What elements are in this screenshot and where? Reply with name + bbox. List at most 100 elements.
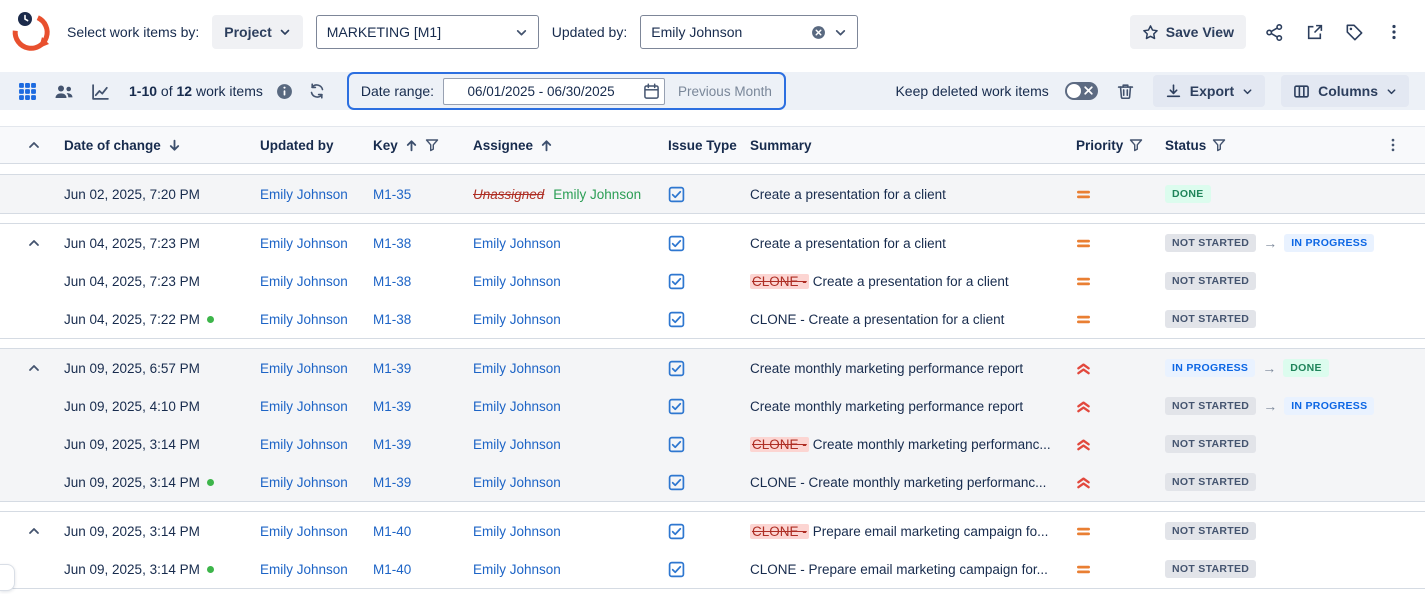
assignee-link[interactable]: Emily Johnson (473, 274, 561, 289)
status-badge: DONE (1283, 359, 1329, 378)
assignee-cell: Emily Johnson (473, 274, 668, 289)
trash-icon[interactable] (1114, 80, 1137, 103)
col-header-priority[interactable]: Priority (1076, 138, 1165, 153)
project-select[interactable]: MARKETING [M1] (316, 15, 539, 49)
issue-key-link[interactable]: M1-40 (373, 562, 411, 577)
table-view-icon[interactable] (16, 80, 39, 103)
updated-by-select[interactable]: Emily Johnson (640, 15, 858, 49)
issue-key-link[interactable]: M1-39 (373, 399, 411, 414)
transition-arrow-icon: → (1262, 360, 1276, 376)
col-header-summary[interactable]: Summary (750, 138, 1076, 153)
assignee-link[interactable]: Emily Johnson (473, 236, 561, 251)
table-row[interactable]: Jun 02, 2025, 7:20 PMEmily JohnsonM1-35U… (0, 175, 1425, 213)
col-header-key[interactable]: Key (373, 138, 473, 153)
project-dropdown-button[interactable]: Project (212, 15, 302, 49)
info-icon[interactable] (274, 81, 295, 102)
table-row[interactable]: Jun 09, 2025, 3:14 PMEmily JohnsonM1-39E… (0, 425, 1425, 463)
col-header-status[interactable]: Status (1165, 138, 1380, 153)
col-header-status-label: Status (1165, 138, 1206, 153)
assignee-link[interactable]: Emily Johnson (473, 562, 561, 577)
toggle-knob (1067, 84, 1081, 98)
table-row[interactable]: Jun 09, 2025, 3:14 PMEmily JohnsonM1-40E… (0, 550, 1425, 588)
col-header-summary-label: Summary (750, 138, 812, 153)
filter-funnel-icon[interactable] (425, 138, 439, 152)
change-date: Jun 04, 2025, 7:23 PM (64, 236, 200, 251)
priority-medium-icon (1076, 524, 1091, 539)
status-cell: NOT STARTED (1165, 473, 1380, 492)
table-row[interactable]: Jun 04, 2025, 7:23 PM Emily Johnson M1-38 E… (0, 224, 1425, 262)
assignee-link[interactable]: Emily Johnson (473, 399, 561, 414)
clear-filter-icon[interactable] (811, 25, 826, 40)
updated-by-link[interactable]: Emily Johnson (260, 274, 348, 289)
issue-key-link[interactable]: M1-40 (373, 524, 411, 539)
col-header-updated-by[interactable]: Updated by (260, 138, 373, 153)
filter-funnel-icon[interactable] (1212, 138, 1226, 152)
collapse-group-button[interactable] (24, 521, 44, 541)
more-options-icon[interactable] (1383, 21, 1405, 43)
table-row[interactable]: Jun 04, 2025, 7:23 PMEmily JohnsonM1-38E… (0, 262, 1425, 300)
issue-key-link[interactable]: M1-39 (373, 361, 411, 376)
summary-cell: Create a presentation for a client (750, 236, 1076, 251)
share-icon[interactable] (1263, 21, 1286, 44)
task-type-icon (668, 474, 685, 491)
assignee-link[interactable]: Emily Johnson (473, 361, 561, 376)
table-row[interactable]: Jun 09, 2025, 6:57 PMEmily JohnsonM1-39E… (0, 349, 1425, 387)
collapse-group-button[interactable] (24, 233, 44, 253)
export-icon (1165, 83, 1182, 100)
summary-cell: CLONE - Prepare email marketing campaign… (750, 524, 1076, 539)
previous-month-button[interactable]: Previous Month (678, 84, 772, 99)
issue-key-link[interactable]: M1-38 (373, 274, 411, 289)
columns-button[interactable]: Columns (1281, 75, 1409, 107)
collapse-all-button[interactable] (24, 135, 44, 155)
updated-by-link[interactable]: Emily Johnson (260, 187, 348, 202)
assignee-link[interactable]: Emily Johnson (473, 475, 561, 490)
updated-by-link[interactable]: Emily Johnson (260, 475, 348, 490)
assignee-cell: UnassignedEmily Johnson (473, 187, 668, 202)
summary-text: Create monthly marketing performance rep… (750, 361, 1023, 376)
date-range-group: Date range: Previous Month (347, 72, 786, 110)
chevron-down-icon (279, 26, 291, 38)
table-row[interactable]: Jun 09, 2025, 3:14 PMEmily JohnsonM1-39E… (0, 463, 1425, 501)
col-header-issue-type[interactable]: Issue Type (668, 138, 750, 153)
issue-key-link[interactable]: M1-35 (373, 187, 411, 202)
collapse-group-button[interactable] (24, 358, 44, 378)
updated-by-link[interactable]: Emily Johnson (260, 236, 348, 251)
assignee-cell: Emily Johnson (473, 562, 668, 577)
status-badge: NOT STARTED (1165, 560, 1256, 579)
issue-key-link[interactable]: M1-39 (373, 437, 411, 452)
people-view-icon[interactable] (52, 80, 76, 103)
assignee-link[interactable]: Emily Johnson (473, 437, 561, 452)
updated-by-link[interactable]: Emily Johnson (260, 361, 348, 376)
new-item-dot (207, 316, 214, 323)
updated-by-link[interactable]: Emily Johnson (260, 312, 348, 327)
assignee-link[interactable]: Emily Johnson (473, 312, 561, 327)
filter-funnel-icon[interactable] (1129, 138, 1143, 152)
updated-by-link[interactable]: Emily Johnson (260, 437, 348, 452)
status-cell: DONE (1165, 185, 1380, 204)
summary-text: Create monthly marketing performanc... (813, 437, 1051, 452)
keep-deleted-toggle[interactable] (1065, 82, 1098, 100)
chart-view-icon[interactable] (89, 80, 112, 103)
table-row[interactable]: Jun 09, 2025, 3:14 PMEmily JohnsonM1-40E… (0, 512, 1425, 550)
issue-key-link[interactable]: M1-38 (373, 312, 411, 327)
col-header-date[interactable]: Date of change (64, 138, 260, 153)
updated-by-link[interactable]: Emily Johnson (260, 562, 348, 577)
save-view-button[interactable]: Save View (1130, 15, 1246, 49)
calendar-icon[interactable] (643, 83, 660, 100)
date-range-input[interactable] (443, 78, 665, 105)
updated-by-link[interactable]: Emily Johnson (260, 399, 348, 414)
col-header-assignee[interactable]: Assignee (473, 138, 668, 153)
issue-key-link[interactable]: M1-39 (373, 475, 411, 490)
priority-cell (1076, 399, 1165, 414)
refresh-icon[interactable] (306, 80, 328, 102)
keep-deleted-label: Keep deleted work items (895, 83, 1048, 99)
updated-by-link[interactable]: Emily Johnson (260, 524, 348, 539)
table-row[interactable]: Jun 09, 2025, 4:10 PMEmily JohnsonM1-39E… (0, 387, 1425, 425)
tag-icon[interactable] (1343, 21, 1366, 44)
table-row[interactable]: Jun 04, 2025, 7:22 PMEmily JohnsonM1-38E… (0, 300, 1425, 338)
open-in-new-icon[interactable] (1303, 21, 1326, 44)
issue-key-link[interactable]: M1-38 (373, 236, 411, 251)
export-button[interactable]: Export (1153, 75, 1265, 107)
table-menu-icon[interactable] (1383, 135, 1403, 155)
assignee-link[interactable]: Emily Johnson (473, 524, 561, 539)
